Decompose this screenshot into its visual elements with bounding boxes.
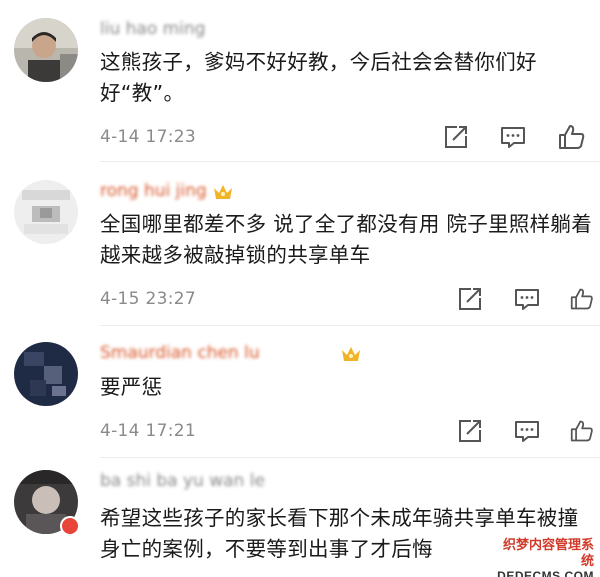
comment-text: 要严惩: [100, 375, 163, 399]
crown-icon: [340, 344, 362, 364]
watermark: 织梦内容管理系统 DEDECMS.COM: [494, 537, 594, 577]
avatar[interactable]: [14, 18, 78, 82]
share-icon[interactable]: [443, 124, 469, 150]
comment-icon[interactable]: [514, 418, 540, 444]
comment-item: rong hui jing 全国哪里都差不多 说了全了都没有用 院子里照样躺着越…: [0, 162, 600, 326]
comment-item: Smaurdian chen lu 要严惩 4-14 17:21: [0, 326, 600, 458]
timestamp: 4-14 17:23: [100, 127, 196, 147]
comment-item: liu hao ming 这熊孩子，爹妈不好好教，今后社会会替你们好好“教”。 …: [0, 0, 600, 162]
thumbs-up-icon[interactable]: [558, 124, 588, 150]
username[interactable]: Smaurdian chen lu: [100, 342, 260, 364]
watermark-title: 织梦内容管理系统: [502, 537, 594, 568]
avatar[interactable]: [14, 342, 78, 406]
timestamp: 4-15 23:27: [100, 289, 196, 309]
username[interactable]: rong hui jing: [100, 180, 207, 202]
username[interactable]: liu hao ming: [100, 18, 205, 40]
username[interactable]: ba shi ba yu wan le: [100, 470, 265, 492]
watermark-url: DEDECMS.COM: [497, 569, 594, 577]
timestamp: 4-14 17:21: [100, 421, 196, 441]
comment-text: 这熊孩子，爹妈不好好教，今后社会会替你们好好“教”。: [100, 50, 537, 105]
comment-icon[interactable]: [500, 124, 526, 150]
crown-icon: [212, 182, 234, 202]
comment-feed: liu hao ming 这熊孩子，爹妈不好好教，今后社会会替你们好好“教”。 …: [0, 0, 600, 577]
share-icon[interactable]: [457, 418, 483, 444]
comment-text: 全国哪里都差不多 说了全了都没有用 院子里照样躺着越来越多被敲掉锁的共享单车: [100, 212, 593, 267]
thumbs-up-icon[interactable]: [570, 418, 596, 444]
avatar[interactable]: [14, 180, 78, 244]
thumbs-up-icon[interactable]: [570, 286, 596, 312]
share-icon[interactable]: [457, 286, 483, 312]
verified-badge: [60, 516, 80, 536]
comment-icon[interactable]: [514, 286, 540, 312]
